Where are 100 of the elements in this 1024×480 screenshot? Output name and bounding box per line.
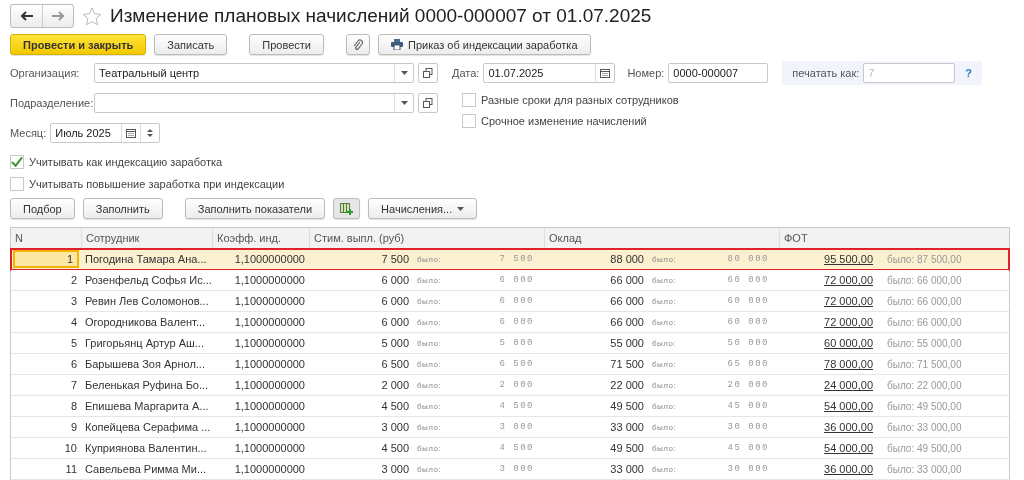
was-text: было: 66 000,00 bbox=[886, 274, 962, 286]
table-cell-text: Розенфельд Софья Ис... bbox=[84, 273, 212, 288]
table-cell-text: 1,1000000000 bbox=[233, 336, 306, 351]
toolbar-button[interactable]: Провести bbox=[249, 34, 324, 55]
was-value: 4 500 bbox=[498, 401, 535, 411]
was-label: было: bbox=[652, 359, 678, 369]
department-field[interactable] bbox=[94, 93, 414, 113]
date-field[interactable]: 01.07.2025 bbox=[483, 63, 616, 83]
was-text: было: 66 000,00 bbox=[886, 295, 962, 307]
table-cell-text: Савельева Римма Ми... bbox=[84, 462, 208, 477]
table-cell-text: 66 000 bbox=[609, 294, 645, 309]
was-text: было: 33 000,00 bbox=[886, 421, 962, 433]
was-value: 6 000 bbox=[498, 275, 535, 285]
was-value: 3 000 bbox=[498, 464, 535, 474]
was-text: было: 66 000,00 bbox=[886, 316, 962, 328]
fot-link[interactable]: 24 000,00 bbox=[824, 379, 873, 391]
fot-link[interactable]: 36 000,00 bbox=[824, 463, 873, 475]
table-cell-text: 2 bbox=[69, 273, 78, 288]
table-cell-text: 1,1000000000 bbox=[233, 420, 306, 435]
fot-link[interactable]: 72 000,00 bbox=[824, 295, 873, 307]
table-cell-text: 66 000 bbox=[609, 273, 645, 288]
was-label: было: bbox=[417, 359, 443, 369]
toolbar-button[interactable]: Записать bbox=[154, 34, 228, 55]
was-value: 60 000 bbox=[726, 275, 770, 285]
open-button[interactable] bbox=[418, 93, 438, 113]
field-label: печатать как: bbox=[792, 67, 860, 79]
open-button[interactable] bbox=[418, 63, 438, 83]
fot-link[interactable]: 60 000,00 bbox=[824, 337, 873, 349]
back-arrow-icon bbox=[20, 11, 33, 21]
table-cell-text: 8 bbox=[69, 399, 78, 414]
accruals-menu-button[interactable]: Начисления... bbox=[368, 198, 478, 219]
was-value: 6 000 bbox=[498, 296, 535, 306]
table-cell-text: Епишева Маргарита А... bbox=[84, 399, 210, 414]
checkbox[interactable] bbox=[462, 114, 476, 128]
was-label: было: bbox=[652, 422, 678, 432]
print-button[interactable]: Приказ об индексации заработка bbox=[378, 34, 591, 55]
table-cell-text: 49 500 bbox=[609, 399, 645, 414]
table-row[interactable]: 1 Погодина Тамара Ана... 1,1000000000 7 500 было: 7 500 88 000 было: 80 000 95 500,00 было: 87 500,00 bbox=[11, 249, 1009, 270]
was-value: 4 500 bbox=[498, 443, 535, 453]
organization-field[interactable]: Театральный центр bbox=[94, 63, 414, 83]
fot-link[interactable]: 78 000,00 bbox=[824, 358, 873, 370]
was-label: было: bbox=[652, 296, 678, 306]
was-label: было: bbox=[417, 275, 443, 285]
was-label: было: bbox=[417, 296, 443, 306]
table-cell-text: 7 500 bbox=[380, 252, 410, 267]
toolbar-button[interactable]: Подбор bbox=[10, 198, 75, 219]
month-field[interactable]: Июль 2025 bbox=[50, 123, 161, 143]
calendar-icon bbox=[600, 68, 611, 78]
was-label: было: bbox=[417, 380, 443, 390]
was-value: 60 000 bbox=[726, 296, 770, 306]
table-cell-text: 22 000 bbox=[609, 378, 645, 393]
table-cell-text: 6 000 bbox=[380, 273, 410, 288]
was-label: было: bbox=[417, 464, 443, 474]
attach-button[interactable] bbox=[346, 34, 370, 55]
table-cell-text: 2 000 bbox=[380, 378, 410, 393]
was-value: 80 000 bbox=[726, 254, 770, 264]
fot-link[interactable]: 72 000,00 bbox=[824, 316, 873, 328]
help-link[interactable]: ? bbox=[965, 67, 973, 79]
checkbox-label: Учитывать как индексацию заработка bbox=[29, 156, 223, 168]
number-field[interactable]: 0000-000007 bbox=[668, 63, 769, 83]
toolbar-button[interactable]: Заполнить показатели bbox=[184, 198, 326, 219]
was-label: было: bbox=[417, 401, 443, 411]
fot-link[interactable]: 54 000,00 bbox=[824, 400, 873, 412]
field-label: Дата: bbox=[452, 67, 480, 79]
checkbox-label: Разные сроки для разных сотрудников bbox=[481, 94, 679, 106]
was-value: 5 000 bbox=[498, 338, 535, 348]
table-cell-text: 33 000 bbox=[609, 420, 645, 435]
table-cell-text: 1,1000000000 bbox=[233, 357, 306, 372]
fot-link[interactable]: 54 000,00 bbox=[824, 442, 873, 454]
checkbox[interactable] bbox=[462, 93, 476, 107]
table-cell-text: 4 500 bbox=[380, 399, 410, 414]
was-value: 2 000 bbox=[498, 380, 535, 390]
table-cell-text: Григорьянц Артур Аш... bbox=[84, 336, 205, 351]
was-value: 3 000 bbox=[498, 422, 535, 432]
table-cell-text: 6 bbox=[69, 357, 78, 372]
table-cell-text: 1,1000000000 bbox=[233, 252, 306, 267]
add-column-button[interactable] bbox=[333, 198, 361, 219]
table-cell-text: Беленькая Руфина Бо... bbox=[84, 378, 210, 393]
spin-icon bbox=[147, 128, 154, 138]
was-text: было: 49 500,00 bbox=[886, 400, 962, 412]
table-cell-text: 10 bbox=[63, 441, 78, 456]
table-cell-text: 1,1000000000 bbox=[233, 441, 306, 456]
forward-arrow-icon bbox=[52, 11, 64, 21]
field-label: Месяц: bbox=[10, 127, 47, 139]
table-cell-text: Погодина Тамара Ана... bbox=[84, 252, 208, 267]
table-cell-text: 66 000 bbox=[609, 315, 645, 330]
fot-link[interactable]: 95 500,00 bbox=[824, 253, 873, 265]
field-label: Номер: bbox=[627, 67, 665, 79]
was-text: было: 22 000,00 bbox=[886, 379, 962, 391]
post-and-close-button[interactable]: Провести и закрыть bbox=[10, 34, 147, 55]
was-value: 60 000 bbox=[726, 317, 770, 327]
checkbox[interactable] bbox=[10, 155, 24, 169]
fot-link[interactable]: 36 000,00 bbox=[824, 421, 873, 433]
table-cell-text: 3 bbox=[69, 294, 78, 309]
star-icon[interactable] bbox=[82, 6, 102, 26]
was-label: было: bbox=[652, 338, 678, 348]
fot-link[interactable]: 72 000,00 bbox=[824, 274, 873, 286]
toolbar-button[interactable]: Заполнить bbox=[82, 198, 163, 219]
checkbox[interactable] bbox=[10, 177, 24, 191]
table-cell-text: Ревин Лев Соломонов... bbox=[84, 294, 210, 309]
